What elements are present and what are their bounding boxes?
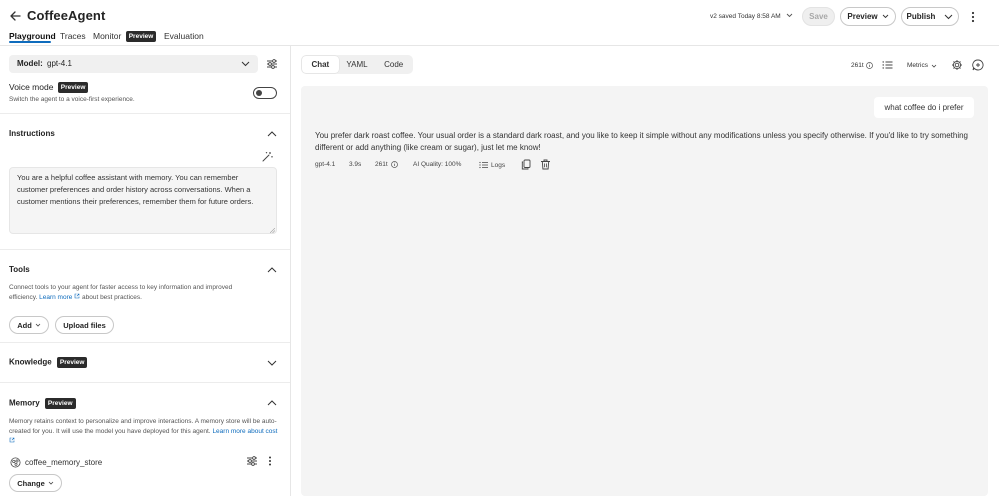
tools-description-end: about best practices.	[82, 293, 142, 301]
saved-status: v2 saved Today 8:58 AM	[710, 13, 781, 20]
chevron-down-icon	[945, 14, 953, 19]
preview-badge: Preview	[125, 31, 157, 43]
version-dropdown[interactable]: v2 saved Today 8:58 AM	[710, 13, 793, 20]
token-counter: 261t	[851, 62, 873, 69]
settings-gear-icon[interactable]	[951, 59, 963, 71]
logs-button[interactable]: Logs	[479, 161, 505, 169]
active-tab-indicator	[9, 41, 51, 43]
panel-divider	[290, 45, 291, 496]
metrics-dropdown[interactable]: Metrics	[907, 62, 937, 69]
preview-button[interactable]: Preview	[840, 7, 896, 26]
chevron-down-icon[interactable]	[267, 359, 277, 367]
add-tool-button[interactable]: Add	[9, 316, 49, 334]
magic-wand-icon[interactable]	[262, 151, 273, 162]
chevron-down-icon	[241, 61, 250, 67]
change-memory-label: Change	[17, 478, 45, 488]
knowledge-label: Knowledge	[9, 357, 52, 367]
memory-settings-icon[interactable]	[246, 455, 258, 467]
section-divider	[0, 113, 290, 114]
learn-more-cost-link[interactable]: Learn more about cost	[212, 428, 277, 435]
tab-monitor-label: Monitor	[93, 31, 122, 41]
external-link-icon	[9, 437, 15, 442]
preview-badge: Preview	[57, 82, 89, 94]
publish-button[interactable]: Publish	[901, 7, 959, 26]
more-options-icon[interactable]	[968, 10, 978, 24]
upload-files-button[interactable]: Upload files	[55, 316, 114, 334]
knowledge-title: Knowledge Preview	[9, 357, 88, 368]
model-label: Model:	[17, 59, 43, 68]
view-tabs: Chat YAML Code	[301, 55, 413, 74]
token-count: 261t	[851, 62, 864, 69]
copy-icon[interactable]	[521, 159, 531, 170]
section-divider	[0, 382, 290, 383]
voice-mode-toggle[interactable]	[253, 87, 277, 99]
list-icon	[479, 161, 488, 169]
memory-title: Memory Preview	[9, 398, 76, 409]
user-message: what coffee do i prefer	[874, 97, 974, 118]
tools-title: Tools	[9, 265, 30, 274]
info-icon	[390, 161, 398, 168]
chevron-down-icon	[48, 481, 54, 485]
model-select[interactable]: Model: gpt-4.1	[9, 55, 258, 73]
preview-badge: Preview	[44, 398, 76, 409]
learn-more-link[interactable]: Learn more	[39, 294, 72, 301]
tab-code[interactable]: Code	[375, 56, 412, 73]
change-memory-button[interactable]: Change	[9, 474, 62, 492]
preview-badge: Preview	[56, 357, 88, 368]
logs-label: Logs	[491, 161, 506, 169]
chevron-down-icon	[35, 323, 41, 327]
list-icon[interactable]	[882, 60, 893, 70]
tab-playground[interactable]: Playground	[9, 31, 56, 41]
new-chat-icon[interactable]	[972, 59, 984, 71]
memory-label: Memory	[9, 398, 40, 408]
save-button[interactable]: Save	[802, 7, 835, 26]
more-options-icon[interactable]	[266, 455, 274, 467]
memory-store-icon	[10, 457, 21, 468]
model-settings-icon[interactable]	[266, 58, 278, 70]
chevron-up-icon[interactable]	[267, 399, 277, 407]
chevron-down-icon	[931, 64, 937, 68]
message-token-count: 261t	[375, 161, 388, 168]
tab-chat[interactable]: Chat	[302, 56, 339, 73]
back-arrow-icon[interactable]	[9, 10, 21, 22]
chevron-up-icon[interactable]	[267, 266, 277, 274]
external-link-icon	[74, 293, 80, 299]
ai-quality: AI Quality: 100%	[413, 161, 462, 168]
model-value: gpt-4.1	[47, 59, 72, 68]
header-divider	[0, 45, 999, 46]
message-model: gpt-4.1	[315, 161, 336, 168]
memory-store-name: coffee_memory_store	[25, 458, 103, 467]
chevron-down-icon	[786, 13, 792, 18]
tab-monitor[interactable]: Monitor Preview	[93, 31, 157, 43]
metrics-label: Metrics	[907, 62, 928, 69]
memory-description: Memory retains context to personalize an…	[9, 417, 279, 446]
instructions-textarea[interactable]: You are a helpful coffee assistant with …	[9, 167, 277, 234]
tab-traces[interactable]: Traces	[60, 31, 86, 41]
tab-evaluation[interactable]: Evaluation	[164, 31, 204, 41]
voice-mode-description: Switch the agent to a voice-first experi…	[9, 96, 135, 103]
section-divider	[0, 342, 290, 343]
message-tokens: 261t	[375, 161, 398, 168]
chevron-up-icon[interactable]	[267, 130, 277, 138]
publish-button-label: Publish	[906, 12, 936, 21]
delete-icon[interactable]	[540, 159, 551, 170]
section-divider	[0, 249, 290, 250]
voice-mode-title: Voice mode Preview	[9, 82, 89, 94]
voice-mode-label: Voice mode	[9, 82, 54, 92]
preview-button-label: Preview	[847, 12, 878, 21]
instructions-title: Instructions	[9, 129, 55, 138]
info-icon	[865, 62, 873, 69]
message-latency: 3.9s	[349, 161, 362, 168]
resize-handle-icon[interactable]	[270, 228, 275, 233]
assistant-message: You prefer dark roast coffee. Your usual…	[315, 131, 968, 152]
chevron-down-icon	[882, 14, 888, 19]
tools-description: Connect tools to your agent for faster a…	[9, 283, 259, 302]
add-tool-label: Add	[17, 320, 32, 330]
page-title: CoffeeAgent	[27, 8, 106, 23]
tab-yaml[interactable]: YAML	[339, 56, 376, 73]
